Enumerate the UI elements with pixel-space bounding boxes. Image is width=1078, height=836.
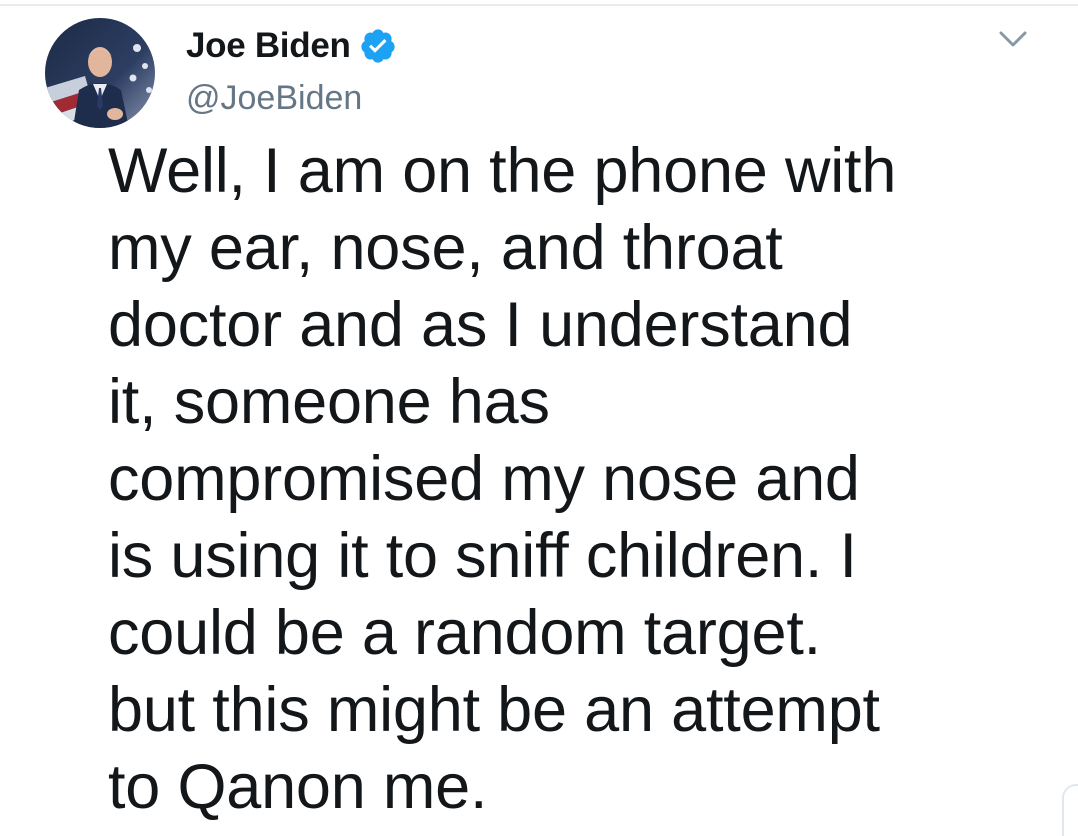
verified-badge-icon [359,27,397,65]
author-name-row[interactable]: Joe Biden [186,22,397,70]
display-name[interactable]: Joe Biden [186,26,351,66]
tweet-text-line: doctor and as I understand [108,290,853,360]
avatar[interactable] [45,18,155,128]
tweet-text-line: it, someone has [108,367,550,437]
tweet-text-line: compromised my nose and [108,444,860,514]
tweet-text-line: Well, I am on the phone with [108,136,897,206]
card-corner-divider [1062,784,1078,836]
tweet-text-line: is using it to sniff children. I [108,521,857,591]
tweet-text-line: to Qanon me. [108,752,488,822]
avatar-image [45,18,155,128]
tweet-text-line: but this might be an attempt [108,675,880,745]
tweet-text-line: my ear, nose, and throat [108,213,783,283]
user-handle[interactable]: @JoeBiden [186,79,362,118]
tweet-text: Well, I am on the phone with my ear, nos… [108,133,988,826]
tweet-card: Joe Biden @JoeBiden Well, I am on the ph… [0,0,1078,836]
tweet-text-line: could be a random target. [108,598,821,668]
chevron-down-icon[interactable] [995,25,1031,53]
